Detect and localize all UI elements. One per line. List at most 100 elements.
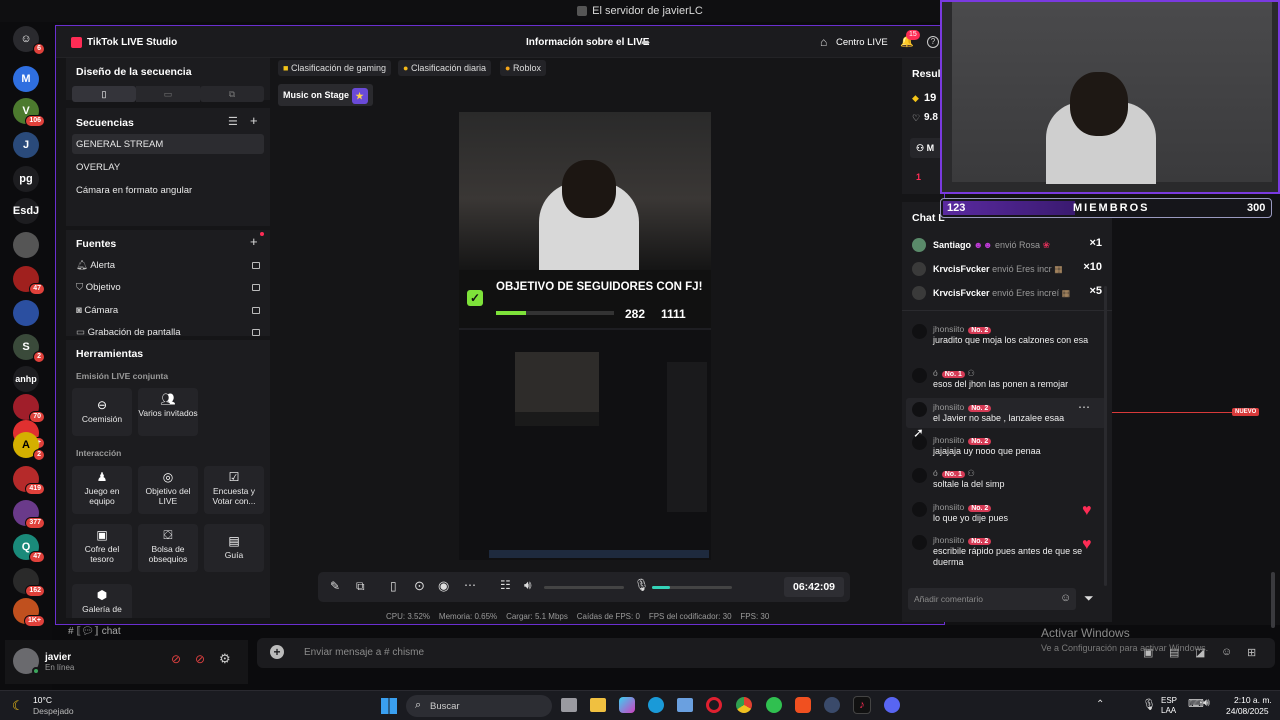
add-attachment-icon[interactable]: + — [270, 645, 284, 659]
server-icon[interactable]: 162 — [13, 568, 45, 597]
clock-time[interactable]: 2:10 a. m. — [1234, 695, 1272, 705]
volume-slider[interactable] — [544, 586, 624, 589]
edge-icon[interactable] — [648, 697, 664, 713]
gaming-ranking-chip[interactable]: ■ Clasificación de gaming — [278, 60, 391, 76]
layout-vertical-button[interactable]: ▯ — [72, 86, 136, 102]
server-icon[interactable] — [13, 300, 39, 326]
emoji-icon[interactable]: ☺ — [1060, 592, 1071, 604]
mic-slider[interactable] — [652, 586, 732, 589]
chrome-icon[interactable] — [736, 697, 752, 713]
opera-icon[interactable] — [706, 697, 722, 713]
poll-button[interactable]: ☑ Encuesta y Votar con... — [204, 466, 264, 514]
team-game-button[interactable]: ♟ Juego en equipo — [72, 466, 132, 514]
file-explorer-icon[interactable] — [590, 698, 606, 712]
brave-icon[interactable] — [795, 697, 811, 713]
roblox-chip[interactable]: ● Roblox — [500, 60, 546, 76]
source-item-objetivo[interactable]: ⛉ Objetivo — [76, 282, 260, 293]
server-icon[interactable]: S2 — [13, 334, 45, 363]
lock-icon[interactable] — [252, 307, 260, 314]
record-icon[interactable]: ⊙ — [414, 578, 425, 594]
chevron-up-icon[interactable]: ⌃ — [1096, 699, 1104, 710]
server-icon[interactable] — [13, 232, 39, 258]
server-icon[interactable]: 377 — [13, 500, 45, 529]
guide-button[interactable]: ▤ Guía — [204, 524, 264, 572]
server-icon[interactable]: 47 — [13, 266, 45, 295]
scrollbar[interactable] — [1271, 572, 1275, 628]
gallery-button[interactable]: ⬢ Galería de — [72, 584, 132, 618]
source-item-camara[interactable]: ◙ Cámara — [76, 305, 260, 316]
server-icon[interactable]: 1K+ — [13, 598, 45, 627]
live-info-title[interactable]: Información sobre el LIVE — [526, 37, 649, 48]
live-goal-button[interactable]: ◎ Objetivo del LIVE — [138, 466, 198, 514]
list-icon[interactable]: ☰ — [228, 115, 238, 128]
source-item-alerta[interactable]: 🔔︎ Alerta — [76, 260, 260, 271]
volume-icon[interactable]: 🔊︎ — [1203, 697, 1210, 710]
sequence-item[interactable]: GENERAL STREAM — [76, 139, 163, 150]
lock-icon[interactable] — [252, 329, 260, 336]
server-icon[interactable]: 70 — [13, 394, 45, 423]
lock-icon[interactable] — [252, 262, 260, 269]
comment-input[interactable]: Añadir comentario ☺ — [908, 588, 1076, 610]
server-icon[interactable]: M — [13, 66, 39, 92]
add-source-icon[interactable]: + — [250, 234, 258, 249]
tiktok-icon[interactable]: ♪ — [853, 696, 871, 714]
share-icon[interactable]: ➦ — [641, 36, 650, 49]
whatsapp-icon[interactable] — [766, 697, 782, 713]
magic-icon[interactable]: ✎ — [330, 579, 340, 593]
emoji-icon[interactable]: ☺ — [1221, 646, 1232, 658]
multi-guest-button[interactable]: 👥︎ Varios invitados — [138, 388, 198, 436]
sequence-item[interactable]: Cámara en formato angular — [76, 185, 192, 196]
home-icon[interactable]: ⌂ — [820, 35, 827, 49]
daily-ranking-chip[interactable]: ● Clasificación diaria — [398, 60, 491, 76]
gift-bag-button[interactable]: ⛋ Bolsa de obsequios — [138, 524, 198, 572]
discord-home-icon[interactable]: ☺ 6 — [13, 26, 45, 55]
server-icon[interactable]: J — [13, 132, 39, 158]
weather-temp[interactable]: 10°C — [33, 695, 52, 705]
channel-name[interactable]: chat — [102, 626, 121, 637]
headphones-muted-icon[interactable]: ⊘ — [195, 652, 205, 666]
add-sequence-icon[interactable]: + — [250, 113, 258, 128]
store-icon[interactable] — [677, 698, 693, 712]
source-item-screen[interactable]: ▭ Grabación de pantalla — [76, 327, 260, 336]
wifi-icon[interactable]: 🎙︎ — [1142, 698, 1156, 711]
network-icon[interactable]: ⌨ — [1188, 697, 1204, 710]
server-label-pg[interactable]: pg — [13, 166, 39, 192]
language-label[interactable]: ESP — [1161, 696, 1177, 705]
help-icon[interactable]: ? — [927, 36, 939, 48]
server-icon[interactable]: V 106 — [13, 98, 45, 127]
target-icon[interactable]: ◉ — [438, 578, 449, 594]
speaker-icon[interactable]: 🔊︎ — [524, 578, 532, 593]
music-on-stage-chip[interactable]: Music on Stage ★ — [278, 84, 373, 106]
server-icon[interactable]: 419 — [13, 466, 45, 495]
centro-live-button[interactable]: Centro LIVE — [836, 37, 888, 48]
treasure-chest-button[interactable]: ▣ Cofre del tesoro — [72, 524, 132, 572]
task-view-icon[interactable] — [561, 698, 577, 712]
phone-icon[interactable]: ▯ — [390, 579, 397, 593]
cohost-button[interactable]: ⊖ Coemisión — [72, 388, 132, 436]
steam-icon[interactable] — [824, 697, 840, 713]
server-icon[interactable]: Q 47 — [13, 534, 45, 563]
stream-preview[interactable]: ✓ OBJETIVO DE SEGUIDORES CON FJ! 282 111… — [459, 112, 711, 560]
copilot-icon[interactable] — [619, 697, 635, 713]
layout-dual-button[interactable]: ⧉ — [200, 86, 264, 102]
layout-horizontal-button[interactable]: ▭ — [136, 86, 200, 102]
taskbar-search[interactable]: ⌕ Buscar — [406, 695, 552, 717]
mic-muted-icon[interactable]: ⊘ — [171, 652, 181, 666]
more-icon[interactable]: ⋯ — [464, 578, 476, 592]
filter-icon[interactable]: ⏷ — [1084, 591, 1094, 606]
game-icon[interactable]: ⊞ — [1247, 646, 1256, 659]
more-icon[interactable]: ⋯ — [1078, 400, 1090, 414]
chest-icon: ▣ — [96, 528, 108, 542]
chat-scrollbar[interactable] — [1104, 286, 1107, 586]
lock-icon[interactable] — [252, 284, 260, 291]
gear-icon[interactable]: ⚙ — [219, 651, 231, 667]
windows-start-icon[interactable] — [381, 698, 397, 714]
sequence-item[interactable]: OVERLAY — [76, 162, 120, 173]
settings-sliders-icon[interactable]: ☷ — [500, 578, 511, 592]
camera-switch-icon[interactable]: ⧉ — [356, 579, 365, 594]
server-label-esdj[interactable]: EsdJ — [13, 198, 39, 224]
server-label-anhp[interactable]: anhp — [13, 366, 39, 392]
mic-icon[interactable]: 🎙︎ — [634, 578, 649, 592]
server-icon[interactable]: A2 — [13, 432, 45, 461]
discord-icon[interactable] — [884, 697, 900, 713]
